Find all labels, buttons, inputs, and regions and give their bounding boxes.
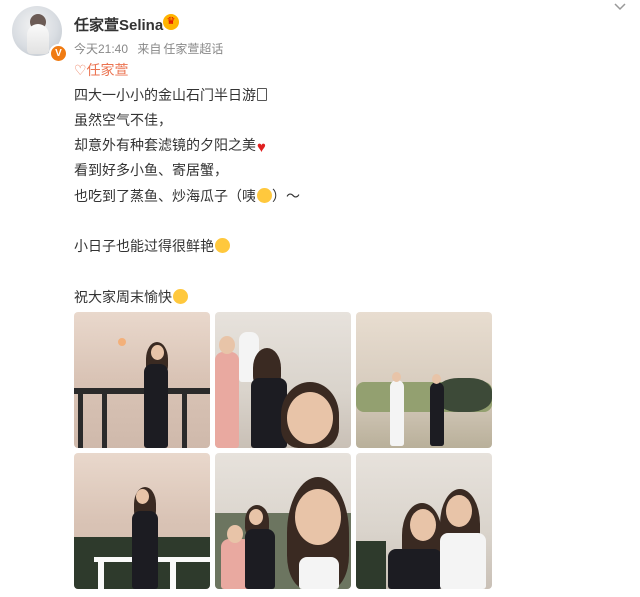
post-line-6: 小日子也能过得很鲜艳 bbox=[74, 236, 230, 256]
face bbox=[410, 509, 436, 541]
post-time[interactable]: 今天21:40 bbox=[74, 42, 128, 56]
photo-6[interactable] bbox=[356, 453, 492, 589]
avatar-figure bbox=[27, 24, 49, 54]
face bbox=[446, 495, 472, 527]
face bbox=[219, 336, 235, 354]
crown-icon[interactable]: ♛ bbox=[163, 14, 179, 30]
person bbox=[215, 352, 239, 448]
post-line-2: 虽然空气不佳， bbox=[74, 112, 172, 128]
railing-post bbox=[182, 388, 187, 448]
face bbox=[151, 345, 164, 360]
chevron-down-icon[interactable] bbox=[612, 0, 628, 14]
railing-post bbox=[78, 388, 83, 448]
person bbox=[299, 557, 339, 589]
source-prefix: 来自 bbox=[137, 42, 162, 56]
post-line-7: 祝大家周末愉快 bbox=[74, 287, 188, 307]
username[interactable]: 任家萱Selina bbox=[74, 14, 163, 35]
post-line-3: 却意外有种套滤镜的夕阳之美♥ bbox=[74, 137, 266, 156]
photo-1[interactable] bbox=[74, 312, 210, 448]
emoji-icon bbox=[257, 188, 272, 203]
railing bbox=[356, 541, 386, 589]
face bbox=[227, 525, 243, 543]
sun bbox=[118, 338, 126, 346]
topic-tag[interactable]: ♡任家萱 bbox=[74, 60, 129, 80]
post-line-1: 四大一小小的金山石门半日游 bbox=[74, 85, 267, 105]
face bbox=[249, 509, 263, 525]
face bbox=[136, 489, 149, 504]
photo-3[interactable] bbox=[356, 312, 492, 448]
photo-5[interactable] bbox=[215, 453, 351, 589]
heart-icon: ♥ bbox=[257, 139, 266, 156]
person bbox=[144, 364, 168, 448]
emoji-icon bbox=[257, 88, 267, 101]
person bbox=[388, 549, 442, 589]
emoji-icon bbox=[215, 238, 230, 253]
person bbox=[390, 380, 404, 446]
moss-rock bbox=[436, 378, 492, 412]
verified-badge-icon: V bbox=[49, 44, 68, 63]
face bbox=[392, 372, 401, 382]
face bbox=[432, 374, 441, 384]
person bbox=[132, 511, 158, 589]
person bbox=[430, 382, 444, 446]
photo-4[interactable] bbox=[74, 453, 210, 589]
railing-post bbox=[102, 388, 107, 448]
person bbox=[245, 529, 275, 589]
photo-2[interactable] bbox=[215, 312, 351, 448]
source-link[interactable]: 任家萱超话 bbox=[163, 42, 223, 56]
post-meta: 今天21:40 来自 任家萱超话 bbox=[74, 40, 229, 57]
face bbox=[295, 489, 341, 545]
person bbox=[440, 533, 486, 589]
railing bbox=[74, 388, 210, 394]
emoji-icon bbox=[173, 289, 188, 304]
railing-post bbox=[98, 557, 104, 589]
post-line-4: 看到好多小鱼、寄居蟹， bbox=[74, 162, 228, 178]
post-line-5: 也吃到了蒸鱼、炒海瓜子（咦 ）～ bbox=[74, 188, 300, 204]
face bbox=[287, 392, 333, 444]
railing-post bbox=[170, 557, 176, 589]
